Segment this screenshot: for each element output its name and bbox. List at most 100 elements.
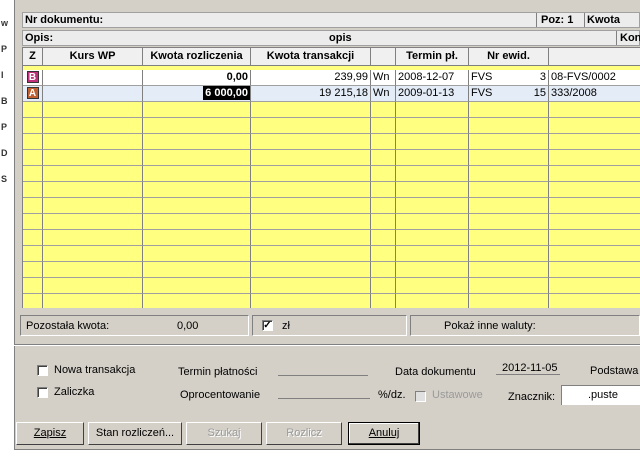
empty-cell [396,198,469,214]
empty-cell [549,182,640,198]
termin-platnosci-input[interactable] [278,375,368,376]
empty-cell [371,134,396,150]
empty-table-row [23,278,640,294]
empty-cell [549,246,640,262]
podstawa-label: Podstawa [590,365,639,377]
empty-table-row [23,118,640,134]
status-badge: B [26,71,39,83]
rozlicz-button[interactable]: Rozlicz [266,422,342,445]
column-header-strona[interactable] [371,48,396,66]
empty-cell [143,182,251,198]
empty-cell [549,278,640,294]
empty-cell [469,230,549,246]
status-cell: A [23,86,43,102]
zaliczka-checkbox[interactable] [37,387,48,398]
stan-rozliczen-label: Stan rozliczeń... [95,427,175,439]
table-row[interactable]: B 0,00 239,99 Wn 2008-12-07 FVS 3 08-FVS… [23,70,640,86]
ustawowe-label[interactable]: Ustawowe [432,389,483,401]
empty-cell [469,214,549,230]
table-row[interactable]: A 6 000,00 19 215,18 Wn 2009-01-13 FVS 1… [23,86,640,102]
separator [14,344,640,346]
oprocentowanie-input[interactable] [278,398,370,399]
kurs-cell[interactable] [43,86,143,102]
empty-cell [143,102,251,118]
inne-waluty-label[interactable]: Pokaż inne waluty: [444,320,536,332]
znacznik-select[interactable]: .puste [561,385,640,405]
znacznik-label: Znacznik: [508,391,556,403]
document-header: Nr dokumentu: Poz: 1 Kwota [22,12,640,28]
nowa-transakcja-label[interactable]: Nowa transakcja [54,364,135,376]
empty-table-row [23,182,640,198]
empty-cell [251,166,371,182]
column-header-nr-ewid[interactable]: Nr ewid. [469,48,549,66]
empty-table-row [23,262,640,278]
column-header-z[interactable]: Z [23,48,43,66]
ustawowe-checkbox[interactable] [415,391,426,402]
zaliczka-label[interactable]: Zaliczka [54,386,94,398]
empty-cell [23,246,43,262]
empty-cell [396,134,469,150]
column-header-kwota-rozliczenia[interactable]: Kwota rozliczenia [143,48,251,66]
oprocentowanie-label: Oprocentowanie [180,389,261,401]
empty-cell [469,182,549,198]
empty-cell [251,294,371,308]
settlement-table[interactable]: Z Kurs WP Kwota rozliczenia Kwota transa… [22,47,640,308]
empty-cell [43,166,143,182]
szukaj-button[interactable]: Szukaj [186,422,262,445]
nowa-transakcja-checkbox[interactable] [37,365,48,376]
column-header-numer[interactable] [549,48,640,66]
empty-cell [396,278,469,294]
empty-cell [396,246,469,262]
typ-cell: FVS [469,86,509,102]
empty-cell [43,102,143,118]
empty-cell [549,230,640,246]
strip-letter: I [1,70,4,80]
empty-cell [23,134,43,150]
percent-unit: %/dz. [378,389,406,401]
status-badge: A [26,87,39,99]
empty-cell [251,150,371,166]
nr-cell: 15 [509,86,549,102]
remaining-amount-panel: Pozostała kwota: 0,00 [20,315,249,336]
data-dokumentu-value[interactable]: 2012-11-05 [502,362,557,374]
empty-cell [143,134,251,150]
empty-cell [371,102,396,118]
empty-cell [251,214,371,230]
empty-cell [43,246,143,262]
empty-cell [251,102,371,118]
empty-cell [251,230,371,246]
zapisz-button[interactable]: Zapisz [16,422,84,445]
empty-cell [396,182,469,198]
empty-table-row [23,102,640,118]
termin-platnosci-label: Termin płatności [178,366,258,378]
window-bottom-edge [14,449,640,456]
kwota-rozliczenia-cell[interactable]: 0,00 [143,70,251,86]
kwota-rozliczenia-cell-editing[interactable]: 6 000,00 [143,86,251,102]
empty-cell [43,214,143,230]
stan-rozliczen-button[interactable]: Stan rozliczeń... [88,422,182,445]
currency-panel: ✓ zł [252,315,407,336]
strip-letter: B [1,96,8,106]
empty-cell [251,118,371,134]
zapisz-label: Zapisz [33,427,67,439]
column-header-kwota-transakcji[interactable]: Kwota transakcji [251,48,371,66]
empty-cell [23,214,43,230]
empty-cell [43,150,143,166]
kwota-transakcji-cell: 19 215,18 [251,86,371,102]
opis-label: Opis: [25,32,54,44]
empty-cell [469,262,549,278]
empty-cell [371,182,396,198]
currency-checkbox[interactable]: ✓ [262,320,273,331]
termin-cell: 2009-01-13 [396,86,469,102]
nr-cell: 3 [509,70,549,86]
kurs-cell[interactable] [43,70,143,86]
kwota-rozliczenia-editor[interactable]: 6 000,00 [203,86,250,100]
anuluj-button[interactable]: Anuluj [348,422,420,445]
empty-cell [469,246,549,262]
column-header-termin[interactable]: Termin pł. [396,48,469,66]
data-dokumentu-label: Data dokumentu [395,366,476,378]
empty-cell [143,166,251,182]
empty-cell [549,262,640,278]
empty-table-row [23,230,640,246]
column-header-kurs-wp[interactable]: Kurs WP [43,48,143,66]
